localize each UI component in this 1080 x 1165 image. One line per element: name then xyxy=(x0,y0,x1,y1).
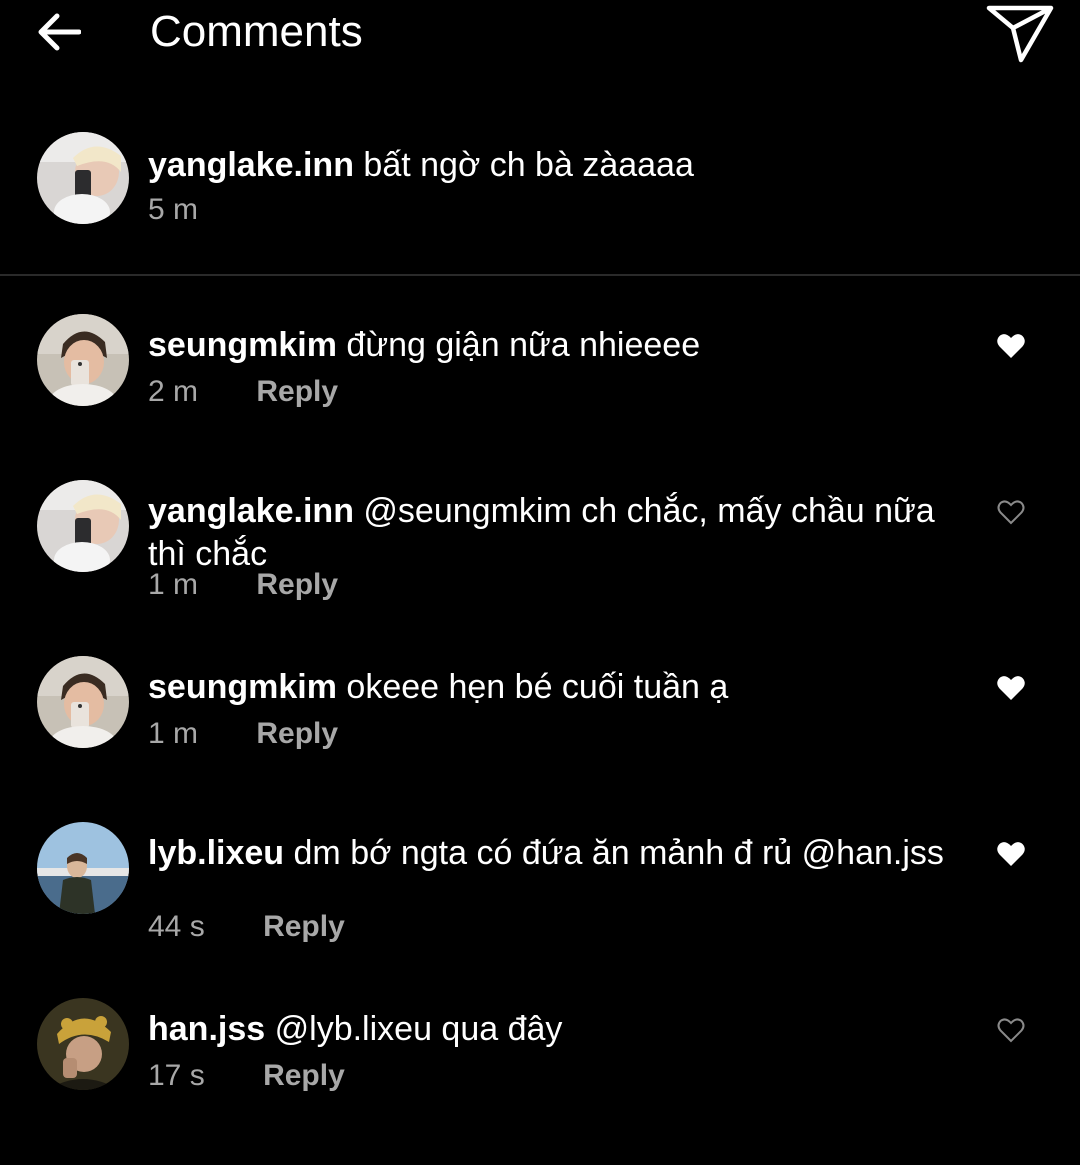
back-button[interactable] xyxy=(30,6,86,58)
username-link[interactable]: yanglake.inn xyxy=(148,492,354,530)
reply-button[interactable]: Reply xyxy=(256,716,338,752)
like-button[interactable] xyxy=(992,494,1030,530)
reply-button[interactable]: Reply xyxy=(263,1058,345,1094)
caption-text: yanglake.inn bất ngờ ch bà zàaaaa xyxy=(148,144,948,187)
timestamp: 17 s xyxy=(148,1059,205,1092)
heart-outline-icon xyxy=(997,500,1025,525)
comment-meta: 1 m Reply xyxy=(148,716,338,752)
comment-text: dm bớ ngta có đứa ăn mảnh đ rủ @han.jss xyxy=(293,834,944,872)
reply-button[interactable]: Reply xyxy=(256,374,338,410)
timestamp: 1 m xyxy=(148,717,199,750)
arrow-left-icon xyxy=(38,13,81,51)
like-button[interactable] xyxy=(992,670,1030,706)
username-link[interactable]: yanglake.inn xyxy=(148,146,354,184)
like-button[interactable] xyxy=(992,1012,1030,1048)
timestamp: 5 m xyxy=(148,193,199,226)
avatar[interactable] xyxy=(37,132,129,224)
divider xyxy=(0,274,1080,276)
comment-meta: 17 s Reply xyxy=(148,1058,345,1094)
comment-meta: 1 m Reply xyxy=(148,567,338,603)
reply-button[interactable]: Reply xyxy=(263,909,345,945)
username-link[interactable]: seungmkim xyxy=(148,668,337,706)
timestamp: 2 m xyxy=(148,375,199,408)
username-link[interactable]: lyb.lixeu xyxy=(148,834,284,872)
paper-plane-icon xyxy=(986,5,1054,63)
comment-text: @lyb.lixeu qua đây xyxy=(274,1010,563,1048)
timestamp: 44 s xyxy=(148,910,205,943)
username-link[interactable]: han.jss xyxy=(148,1010,265,1048)
heart-filled-icon xyxy=(997,842,1025,866)
comment-body: seungmkim okeee hẹn bé cuối tuần ạ xyxy=(148,666,948,709)
heart-filled-icon xyxy=(997,676,1025,700)
heart-filled-icon xyxy=(997,334,1025,358)
avatar[interactable] xyxy=(37,480,129,572)
like-button[interactable] xyxy=(992,836,1030,872)
avatar[interactable] xyxy=(37,656,129,748)
page-title: Comments xyxy=(150,7,363,56)
caption-meta: 5 m xyxy=(148,192,198,228)
comment-meta: 2 m Reply xyxy=(148,374,338,410)
comment-meta: 44 s Reply xyxy=(148,909,345,945)
avatar[interactable] xyxy=(37,998,129,1090)
comment-text: đừng giận nữa nhieeee xyxy=(346,326,701,364)
top-bar: Comments xyxy=(0,0,1080,70)
username-link[interactable]: seungmkim xyxy=(148,326,337,364)
comment-body: yanglake.inn @seungmkim ch chắc, mấy chầ… xyxy=(148,490,948,576)
like-button[interactable] xyxy=(992,328,1030,364)
reply-button[interactable]: Reply xyxy=(256,567,338,603)
timestamp: 1 m xyxy=(148,568,199,601)
avatar[interactable] xyxy=(37,314,129,406)
comment-text: bất ngờ ch bà zàaaaa xyxy=(363,146,694,184)
heart-outline-icon xyxy=(997,1018,1025,1043)
comment-body: lyb.lixeu dm bớ ngta có đứa ăn mảnh đ rủ… xyxy=(148,832,948,875)
comment-text: okeee hẹn bé cuối tuần ạ xyxy=(346,668,729,706)
share-button[interactable] xyxy=(980,0,1060,66)
comment-body: han.jss @lyb.lixeu qua đây xyxy=(148,1008,948,1051)
avatar[interactable] xyxy=(37,822,129,914)
comment-body: seungmkim đừng giận nữa nhieeee xyxy=(148,324,948,367)
post-caption: yanglake.inn bất ngờ ch bà zàaaaa 5 m xyxy=(0,120,1080,272)
